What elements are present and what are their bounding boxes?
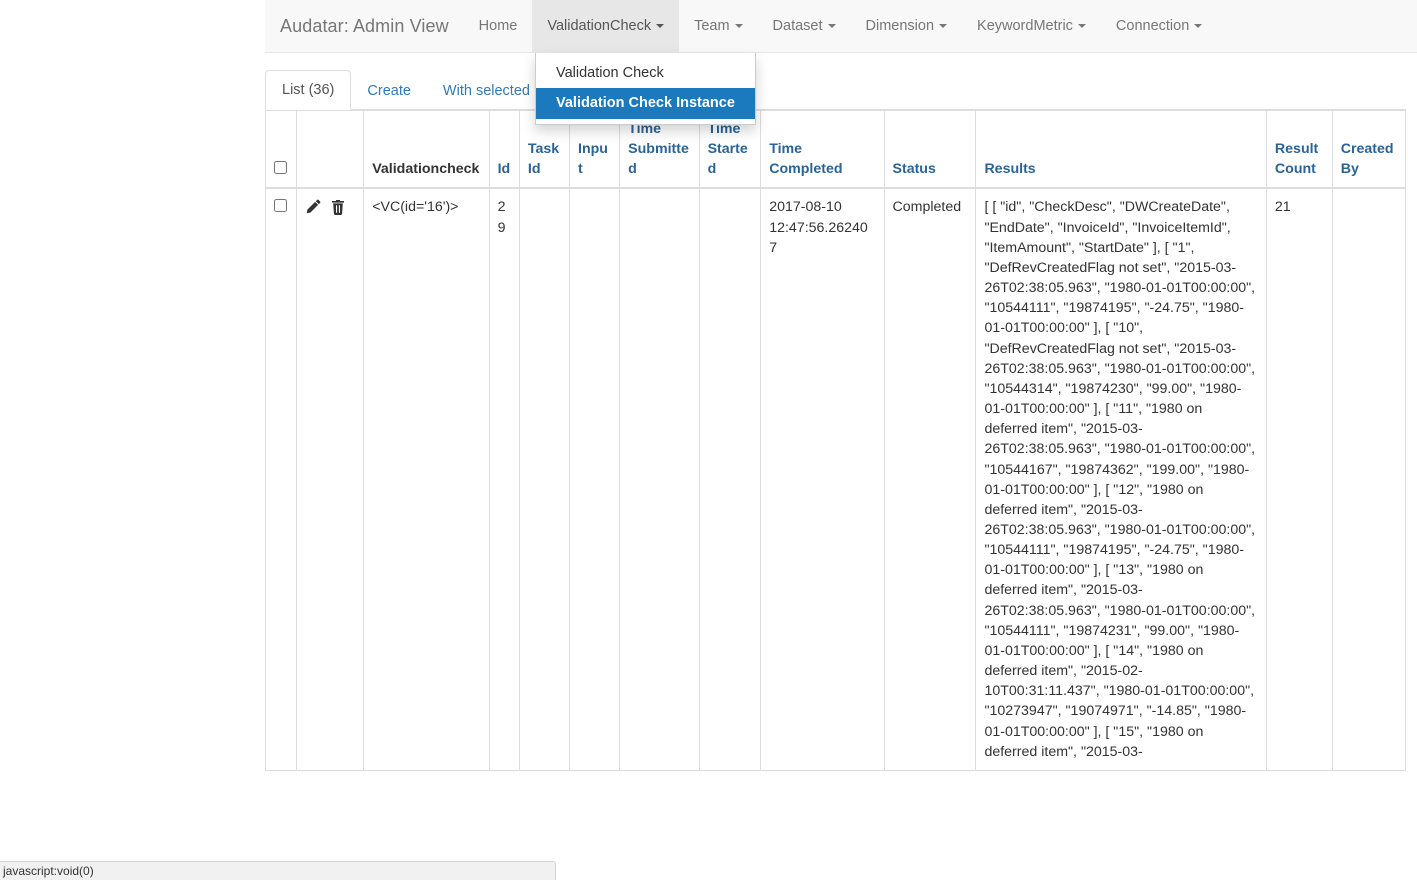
tab-bar: List (36) Create With selected bbox=[265, 70, 1406, 110]
chevron-down-icon bbox=[1077, 24, 1086, 28]
chevron-down-icon bbox=[1194, 24, 1203, 28]
cell-results: [ [ "id", "CheckDesc", "DWCreateDate", "… bbox=[975, 187, 1267, 771]
nav-item-label: Connection bbox=[1115, 18, 1190, 34]
header-created-by[interactable]: Created By bbox=[1331, 110, 1406, 190]
records-table: Validationcheck Id Task Id Input Time Su… bbox=[265, 110, 1406, 771]
table-header-row: Validationcheck Id Task Id Input Time Su… bbox=[265, 110, 1406, 190]
nav-item-label: Team bbox=[694, 18, 730, 34]
nav-item-dataset[interactable]: Dataset bbox=[758, 0, 851, 52]
nav-item-label: Dataset bbox=[772, 18, 823, 34]
cell-created-by bbox=[1331, 187, 1406, 771]
trash-icon[interactable] bbox=[330, 199, 347, 216]
chevron-down-icon bbox=[734, 24, 743, 28]
cell-time-started bbox=[698, 187, 762, 771]
cell-validationcheck: <VC(id='16')> bbox=[363, 187, 490, 771]
main-navbar: Audatar: Admin View Home ValidationCheck… bbox=[265, 0, 1417, 53]
records-table-container[interactable]: Validationcheck Id Task Id Input Time Su… bbox=[265, 110, 1406, 880]
nav-item-label: Home bbox=[478, 18, 518, 34]
validationcheck-dropdown-menu: Validation Check Validation Check Instan… bbox=[535, 53, 756, 125]
header-time-completed[interactable]: Time Completed bbox=[760, 110, 885, 190]
header-results[interactable]: Results bbox=[975, 110, 1267, 190]
select-all-checkbox[interactable] bbox=[274, 161, 287, 175]
row-select-cell bbox=[265, 187, 298, 771]
dropdown-item-validation-check[interactable]: Validation Check bbox=[536, 58, 755, 88]
status-bar: javascript:void(0) bbox=[0, 861, 556, 880]
header-select-all bbox=[265, 110, 298, 190]
nav-item-label: KeywordMetric bbox=[977, 18, 1073, 34]
row-operations-cell bbox=[296, 187, 365, 771]
cell-time-submitted bbox=[619, 187, 700, 771]
header-id[interactable]: Id bbox=[488, 110, 520, 190]
pencil-icon[interactable] bbox=[305, 199, 322, 216]
table-row: <VC(id='16')> 29 2017-08-10 12:47:56.262… bbox=[265, 187, 1406, 771]
chevron-down-icon bbox=[827, 24, 836, 28]
row-select-checkbox[interactable] bbox=[274, 199, 287, 213]
tab-label: With selected bbox=[442, 83, 530, 100]
cell-task-id bbox=[518, 187, 571, 771]
tab-create[interactable]: Create bbox=[351, 72, 427, 110]
nav-item-validationcheck[interactable]: ValidationCheck bbox=[532, 0, 680, 52]
chevron-down-icon bbox=[939, 24, 948, 28]
cell-id: 29 bbox=[488, 187, 520, 771]
header-result-count[interactable]: Result Count bbox=[1265, 110, 1333, 190]
nav-item-connection[interactable]: Connection bbox=[1101, 0, 1217, 52]
nav-item-keywordmetric[interactable]: KeywordMetric bbox=[962, 0, 1101, 52]
dropdown-item-validation-check-instance[interactable]: Validation Check Instance bbox=[536, 88, 755, 119]
nav-item-label: ValidationCheck bbox=[547, 18, 652, 34]
cell-time-completed: 2017-08-10 12:47:56.262407 bbox=[760, 187, 885, 771]
nav-item-home[interactable]: Home bbox=[464, 0, 533, 52]
chevron-down-icon bbox=[656, 24, 665, 28]
header-validationcheck: Validationcheck bbox=[363, 110, 490, 190]
cell-status: Completed bbox=[883, 187, 977, 771]
list-panel: List (36) Create With selected bbox=[265, 70, 1406, 110]
header-status[interactable]: Status bbox=[883, 110, 977, 190]
header-operations bbox=[296, 110, 365, 190]
row-operations bbox=[305, 199, 351, 216]
tab-list[interactable]: List (36) bbox=[265, 70, 352, 110]
cell-input bbox=[569, 187, 621, 771]
cell-result-count: 21 bbox=[1265, 187, 1333, 771]
page-root: Audatar: Admin View Home ValidationCheck… bbox=[0, 0, 1417, 880]
nav-item-team[interactable]: Team bbox=[679, 0, 757, 52]
nav-item-dimension[interactable]: Dimension bbox=[851, 0, 963, 52]
brand-title[interactable]: Audatar: Admin View bbox=[265, 0, 464, 52]
nav-item-label: Dimension bbox=[865, 18, 935, 34]
